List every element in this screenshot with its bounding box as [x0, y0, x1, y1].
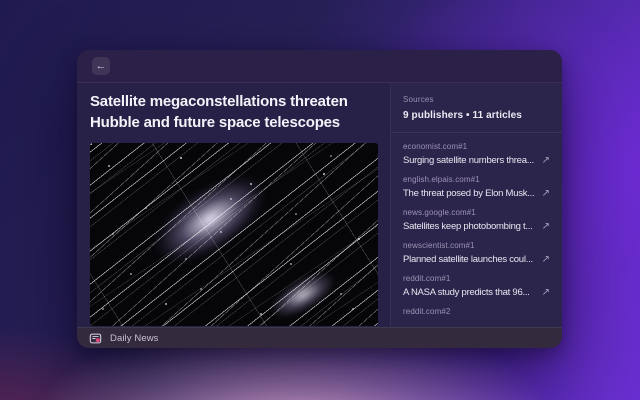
news-card: ← Satellite megaconstellations threaten … [77, 50, 562, 348]
source-headline: Satellites keep photobombing t... [403, 221, 536, 232]
source-domain: newscientist.com#1 [403, 241, 550, 250]
external-link-icon: ↗ [542, 221, 550, 232]
card-body: Satellite megaconstellations threaten Hu… [77, 83, 562, 327]
article-column: Satellite megaconstellations threaten Hu… [77, 83, 391, 327]
card-header: ← [77, 50, 562, 83]
external-link-icon: ↗ [542, 155, 550, 166]
source-item[interactable]: news.google.com#1 Satellites keep photob… [403, 208, 550, 232]
back-button[interactable]: ← [92, 57, 110, 75]
source-domain: english.elpais.com#1 [403, 175, 550, 184]
image-vignette [90, 143, 378, 326]
source-domain: news.google.com#1 [403, 208, 550, 217]
external-link-icon: ↗ [542, 287, 550, 298]
article-title: Satellite megaconstellations threaten Hu… [90, 91, 378, 133]
daily-news-app-icon [89, 332, 102, 345]
source-domain: reddit.com#2 [403, 307, 550, 316]
source-item[interactable]: reddit.com#1 A NASA study predicts that … [403, 274, 550, 298]
source-headline: Planned satellite launches coul... [403, 254, 536, 265]
app-name-label: Daily News [110, 333, 159, 344]
back-arrow-icon: ← [96, 57, 107, 75]
source-item[interactable]: economist.com#1 Surging satellite number… [403, 142, 550, 166]
source-headline: A NASA study predicts that 96... [403, 287, 536, 298]
source-item[interactable]: reddit.com#2 [403, 307, 550, 320]
external-link-icon: ↗ [542, 254, 550, 265]
external-link-icon: ↗ [542, 188, 550, 199]
article-title-line-2: Hubble and future space telescopes [90, 112, 378, 133]
source-item[interactable]: english.elpais.com#1 The threat posed by… [403, 175, 550, 199]
sources-summary: 9 publishers • 11 articles [403, 110, 550, 121]
source-headline: Surging satellite numbers threa... [403, 155, 536, 166]
card-footer: Daily News [77, 327, 562, 348]
source-domain: economist.com#1 [403, 142, 550, 151]
article-hero-image[interactable] [90, 143, 378, 326]
sources-panel: Sources 9 publishers • 11 articles econo… [391, 83, 562, 327]
source-headline: The threat posed by Elon Musk... [403, 188, 536, 199]
sources-header: Sources 9 publishers • 11 articles [391, 83, 562, 133]
sources-list: economist.com#1 Surging satellite number… [391, 133, 562, 327]
desktop-background: ← Satellite megaconstellations threaten … [0, 0, 640, 400]
sources-title: Sources [403, 95, 550, 104]
source-item[interactable]: newscientist.com#1 Planned satellite lau… [403, 241, 550, 265]
article-title-line-1: Satellite megaconstellations threaten [90, 91, 378, 112]
source-domain: reddit.com#1 [403, 274, 550, 283]
